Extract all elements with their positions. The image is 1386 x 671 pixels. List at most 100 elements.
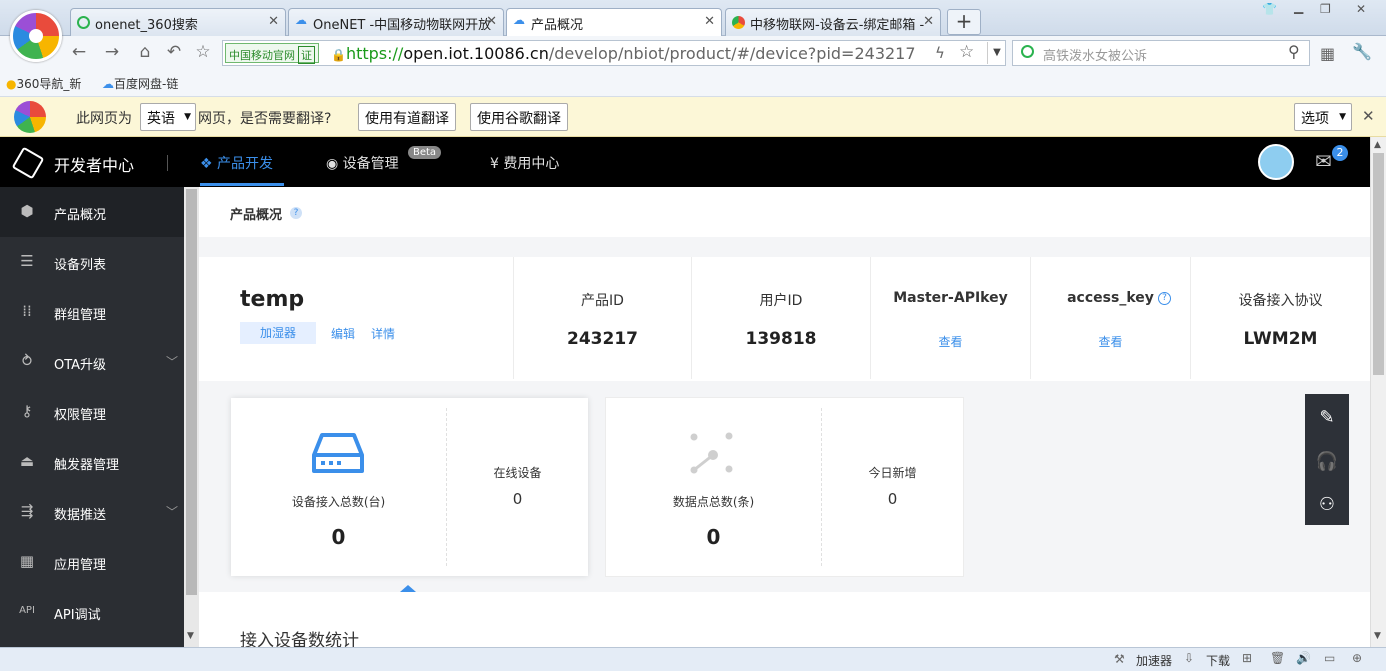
search-input[interactable]: 高铁泼水女被公诉 ⚲	[1012, 40, 1310, 66]
app-header: 开发者中心 ❖ 产品开发 ◉ 设备管理 Beta ¥ 费用中心 ✉ 2	[0, 137, 1370, 187]
tab-product-overview[interactable]: ☁ 产品概况 ✕	[506, 8, 722, 37]
page-scrollbar[interactable]: ▲ ▼	[1370, 137, 1386, 647]
sidebar-item-label: API调试	[54, 608, 101, 623]
chevron-down-icon: ▼	[1339, 112, 1346, 122]
sidebar-item-permission[interactable]: ⚷ 权限管理	[0, 387, 184, 437]
sidebar-item-trigger[interactable]: ⏏ 触发器管理	[0, 437, 184, 487]
add-user-icon[interactable]: ⚇	[1305, 483, 1349, 527]
divider	[821, 408, 822, 566]
page-title-bar: 产品概况 ?	[199, 187, 1370, 237]
accelerator-button[interactable]: 加速器	[1136, 652, 1172, 669]
selected-card-pointer-icon	[400, 585, 416, 592]
undo-icon[interactable]: ↶	[163, 42, 185, 62]
sidebar-item-data-push[interactable]: ⇶ 数据推送 ﹀	[0, 487, 184, 537]
360-nav-icon: ●	[6, 77, 17, 91]
close-window-icon[interactable]: ✕	[1356, 2, 1366, 16]
device-icon: ◉	[326, 156, 343, 172]
sidebar-item-product-overview[interactable]: ⬢ 产品概况	[0, 187, 184, 237]
push-icon: ⇶	[20, 502, 34, 520]
bookmark-360-nav[interactable]: ●360导航_新	[6, 75, 81, 92]
language-value: 英语	[147, 111, 175, 127]
avatar[interactable]	[1258, 144, 1294, 180]
youdao-translate-button[interactable]: 使用有道翻译	[358, 103, 456, 131]
scrollbar-thumb[interactable]	[186, 189, 197, 595]
edit-link[interactable]: 编辑	[331, 325, 355, 342]
sidebar-item-device-list[interactable]: ☰ 设备列表	[0, 237, 184, 287]
tab-onenet-search[interactable]: onenet_360搜索 ✕	[70, 8, 286, 36]
trash-icon[interactable]: 🗑	[1270, 651, 1285, 665]
scroll-up-icon[interactable]: ▲	[1374, 140, 1381, 150]
close-icon[interactable]: ✕	[923, 14, 934, 29]
datapoint-stats-card[interactable]: 数据点总数(条) 0 今日新增 0	[605, 397, 964, 577]
official-site-badge[interactable]: 中国移动官网证	[225, 43, 319, 64]
user-id-cell: 用户ID 139818	[692, 257, 870, 379]
cubes-icon: ❖	[200, 156, 218, 172]
active-nav-indicator	[200, 183, 284, 186]
apps-grid-icon[interactable]: ▦	[1320, 44, 1335, 63]
yen-icon: ¥	[490, 156, 504, 172]
screen-icon[interactable]: ▭	[1324, 651, 1335, 665]
certificate-badge: 证	[298, 46, 315, 64]
nav-product-dev[interactable]: ❖ 产品开发	[200, 153, 273, 173]
product-name: temp	[240, 287, 305, 312]
master-apikey-view-link[interactable]: 查看	[871, 333, 1030, 350]
favorite-star-icon[interactable]: ☆	[192, 42, 214, 62]
sidebar-item-group[interactable]: ⁞⁞ 群组管理	[0, 287, 184, 337]
device-stats-card[interactable]: 设备接入总数(台) 0 在线设备 0	[231, 398, 588, 576]
tools-icon[interactable]: 🔧	[1352, 42, 1372, 61]
today-new-label: 今日新增	[868, 466, 917, 480]
mail-icon[interactable]: ✉	[1315, 149, 1332, 173]
today-new-value: 0	[887, 490, 898, 508]
options-button[interactable]: 选项 ▼	[1294, 103, 1352, 131]
nav-billing[interactable]: ¥ 费用中心	[490, 153, 559, 173]
back-icon[interactable]: ←	[68, 42, 90, 62]
skin-icon[interactable]: 👕	[1262, 2, 1277, 16]
home-icon[interactable]: ⌂	[134, 42, 156, 62]
sidebar-item-apps[interactable]: ▦ 应用管理	[0, 537, 184, 587]
address-bar[interactable]: 中国移动官网证 🔒https://open.iot.10086.cn/devel…	[222, 40, 1006, 66]
lightning-icon[interactable]: ϟ	[935, 44, 945, 62]
zoom-icon[interactable]: ⊕	[1352, 651, 1362, 665]
headset-support-icon[interactable]: 🎧	[1305, 440, 1349, 484]
star-icon[interactable]: ☆	[959, 42, 974, 62]
search-icon[interactable]: ⚲	[1288, 42, 1300, 61]
google-translate-button[interactable]: 使用谷歌翻译	[470, 103, 568, 131]
edit-feedback-icon[interactable]: ✎	[1305, 396, 1349, 440]
close-icon[interactable]: ✕	[704, 14, 715, 29]
minimize-icon[interactable]: ▁	[1294, 0, 1303, 14]
tab-onenet-home[interactable]: ☁ OneNET -中国移动物联网开放 ✕	[288, 8, 504, 36]
nav-device-manage[interactable]: ◉ 设备管理	[326, 153, 399, 173]
developer-center-title[interactable]: 开发者中心	[54, 152, 134, 176]
close-icon[interactable]: ✕	[268, 14, 279, 29]
url-text[interactable]: 🔒https://open.iot.10086.cn/develop/nbiot…	[331, 44, 916, 63]
chrome-icon	[732, 16, 745, 29]
dropdown-icon[interactable]: ▼	[987, 42, 1006, 64]
restore-icon[interactable]: ❐	[1320, 2, 1331, 16]
protocol-value: LWM2M	[1243, 329, 1318, 349]
scroll-down-icon[interactable]: ▼	[1374, 631, 1381, 641]
360-browser-logo[interactable]	[10, 10, 62, 62]
sidebar-item-api-debug[interactable]: API API调试	[0, 587, 184, 637]
forward-icon[interactable]: →	[101, 42, 123, 62]
sidebar-scrollbar[interactable]: ▼	[184, 187, 199, 647]
tab-bind-email[interactable]: 中移物联网-设备云-绑定邮箱 - ✕	[725, 8, 941, 36]
access-key-view-link[interactable]: 查看	[1031, 333, 1190, 350]
volume-icon[interactable]: 🔊	[1296, 651, 1311, 665]
language-select[interactable]: 英语 ▼	[140, 103, 196, 131]
360-search-icon	[1021, 45, 1034, 58]
onenet-logo-icon	[11, 146, 45, 180]
detail-link[interactable]: 详情	[371, 325, 395, 342]
close-icon[interactable]: ✕	[1362, 107, 1375, 125]
tab-title: 中移物联网-设备云-绑定邮箱 -	[750, 18, 925, 33]
help-icon[interactable]: ?	[290, 207, 302, 219]
sidebar-item-ota[interactable]: ⥁ OTA升级 ﹀	[0, 337, 184, 387]
scrollbar-thumb[interactable]	[1373, 153, 1384, 375]
nav-label: 产品开发	[217, 156, 274, 172]
close-icon[interactable]: ✕	[486, 14, 497, 29]
scroll-down-icon[interactable]: ▼	[187, 631, 194, 641]
new-tab-button[interactable]: +	[947, 9, 981, 35]
add-icon[interactable]: ⊞	[1242, 651, 1252, 665]
help-icon[interactable]: ?	[1158, 292, 1171, 305]
bookmark-baidu-pan[interactable]: ☁百度网盘-链	[102, 75, 178, 92]
download-button[interactable]: 下载	[1206, 652, 1230, 669]
